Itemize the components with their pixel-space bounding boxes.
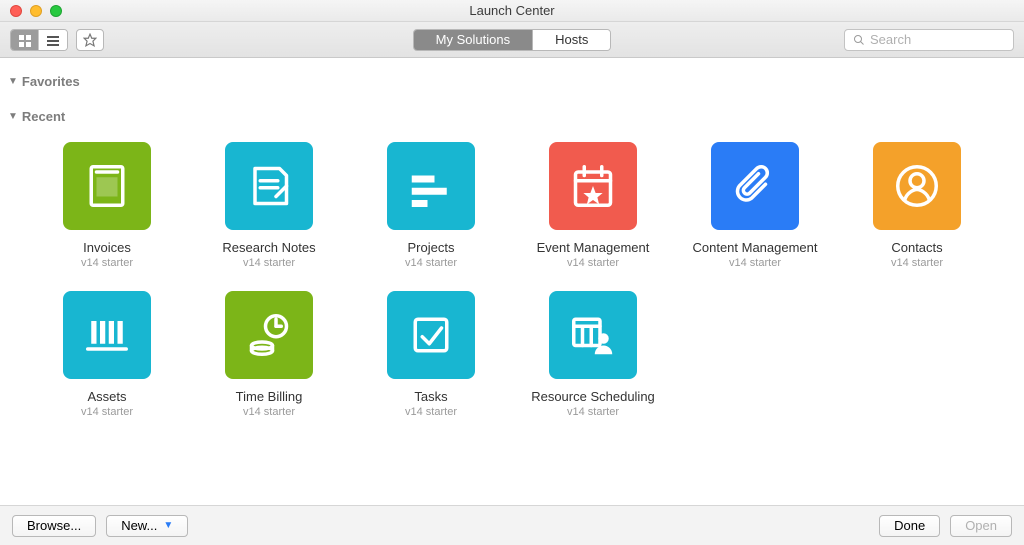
tile-sublabel: v14 starter xyxy=(405,257,457,269)
time-icon xyxy=(225,291,313,379)
tile-sublabel: v14 starter xyxy=(567,406,619,418)
tab-my-solutions[interactable]: My Solutions xyxy=(414,30,533,50)
browse-button[interactable]: Browse... xyxy=(12,515,96,537)
new-button-label: New... xyxy=(121,518,157,533)
star-icon xyxy=(83,33,97,47)
tab-hosts[interactable]: Hosts xyxy=(533,30,610,50)
tile-label: Resource Scheduling xyxy=(531,389,655,404)
tile-label: Research Notes xyxy=(222,240,315,255)
list-view-button[interactable] xyxy=(39,30,67,51)
resource-icon xyxy=(549,291,637,379)
section-favorites[interactable]: ▼ Favorites xyxy=(8,70,1016,95)
tasks-icon xyxy=(387,291,475,379)
grid-icon xyxy=(19,35,31,47)
disclosure-triangle-icon: ▼ xyxy=(8,111,18,122)
search-input[interactable] xyxy=(870,32,1005,47)
tile-content-management[interactable]: Content Management v14 starter xyxy=(680,142,830,269)
tile-contacts[interactable]: Contacts v14 starter xyxy=(842,142,992,269)
content-area: ▼ Favorites ▼ Recent Invoices v14 starter… xyxy=(0,58,1024,505)
event-icon xyxy=(549,142,637,230)
tile-invoices[interactable]: Invoices v14 starter xyxy=(32,142,182,269)
disclosure-triangle-icon: ▼ xyxy=(8,76,18,87)
scope-tabs: My Solutions Hosts xyxy=(413,29,612,51)
tile-sublabel: v14 starter xyxy=(891,257,943,269)
assets-icon xyxy=(63,291,151,379)
chevron-down-icon: ▼ xyxy=(163,520,173,531)
titlebar: Launch Center xyxy=(0,0,1024,22)
note-icon xyxy=(225,142,313,230)
section-favorites-label: Favorites xyxy=(22,74,80,89)
search-icon xyxy=(853,34,865,46)
projects-icon xyxy=(387,142,475,230)
section-recent[interactable]: ▼ Recent xyxy=(8,105,1016,130)
bottom-bar: Browse... New... ▼ Done Open xyxy=(0,505,1024,545)
tile-resource-scheduling[interactable]: Resource Scheduling v14 starter xyxy=(518,291,668,418)
tile-assets[interactable]: Assets v14 starter xyxy=(32,291,182,418)
open-button[interactable]: Open xyxy=(950,515,1012,537)
invoice-icon xyxy=(63,142,151,230)
tile-event-management[interactable]: Event Management v14 starter xyxy=(518,142,668,269)
tile-tasks[interactable]: Tasks v14 starter xyxy=(356,291,506,418)
view-mode-segment xyxy=(10,29,68,51)
tile-label: Invoices xyxy=(83,240,131,255)
tile-projects[interactable]: Projects v14 starter xyxy=(356,142,506,269)
tile-sublabel: v14 starter xyxy=(243,406,295,418)
done-button[interactable]: Done xyxy=(879,515,940,537)
tile-time-billing[interactable]: Time Billing v14 starter xyxy=(194,291,344,418)
tile-sublabel: v14 starter xyxy=(567,257,619,269)
tile-label: Event Management xyxy=(537,240,650,255)
tile-label: Contacts xyxy=(891,240,942,255)
favorites-toggle-button[interactable] xyxy=(76,29,104,51)
list-icon xyxy=(47,35,59,47)
tile-label: Tasks xyxy=(414,389,447,404)
tile-grid: Invoices v14 starter Research Notes v14 sta… xyxy=(8,130,1016,438)
search-field[interactable] xyxy=(844,29,1014,51)
tile-sublabel: v14 starter xyxy=(81,257,133,269)
clip-icon xyxy=(711,142,799,230)
tile-sublabel: v14 starter xyxy=(81,406,133,418)
section-recent-label: Recent xyxy=(22,109,65,124)
tile-label: Content Management xyxy=(692,240,817,255)
window-title: Launch Center xyxy=(0,3,1024,18)
tile-sublabel: v14 starter xyxy=(243,257,295,269)
tile-label: Time Billing xyxy=(236,389,303,404)
grid-view-button[interactable] xyxy=(11,30,39,51)
tile-research-notes[interactable]: Research Notes v14 starter xyxy=(194,142,344,269)
tile-sublabel: v14 starter xyxy=(729,257,781,269)
toolbar: My Solutions Hosts xyxy=(0,22,1024,58)
tile-sublabel: v14 starter xyxy=(405,406,457,418)
tile-label: Assets xyxy=(87,389,126,404)
contact-icon xyxy=(873,142,961,230)
tile-label: Projects xyxy=(408,240,455,255)
new-button[interactable]: New... ▼ xyxy=(106,515,188,537)
